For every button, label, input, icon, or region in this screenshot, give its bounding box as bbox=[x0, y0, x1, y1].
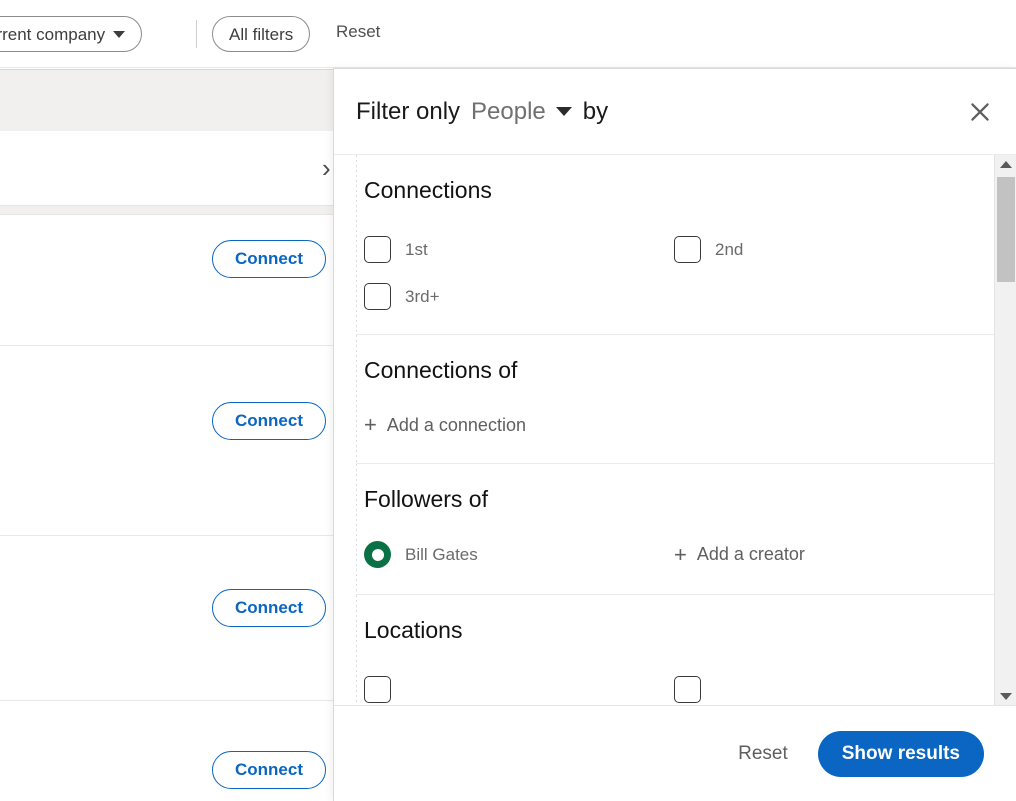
scroll-up-button[interactable] bbox=[995, 155, 1016, 173]
entity-type-dropdown[interactable]: People bbox=[471, 98, 572, 126]
all-filters-button[interactable]: All filters bbox=[212, 16, 311, 52]
connections-options: 1st 2nd 3rd+ bbox=[364, 236, 994, 310]
section-connections: Connections 1st 2nd 3rd+ bbox=[356, 155, 994, 334]
checkbox-icon[interactable] bbox=[674, 676, 701, 703]
filter-toolbar: urrent company All filters Reset bbox=[0, 0, 1016, 68]
section-title-connections: Connections bbox=[364, 177, 492, 203]
modal-header: Filter only People by bbox=[334, 69, 1016, 155]
section-locations: Locations bbox=[356, 595, 994, 703]
chevron-down-icon bbox=[555, 107, 572, 116]
toolbar-reset-button[interactable]: Reset bbox=[336, 22, 380, 42]
connect-button[interactable]: Connect bbox=[212, 589, 326, 627]
checkbox-option-location-2[interactable] bbox=[674, 676, 994, 703]
scrollbar-thumb[interactable] bbox=[997, 177, 1015, 282]
section-rail bbox=[356, 464, 357, 594]
screen: Connect Connect Connect Connect › urrent… bbox=[0, 0, 1016, 801]
add-a-creator-label: Add a creator bbox=[696, 544, 805, 564]
modal-reset-button[interactable]: Reset bbox=[730, 737, 796, 771]
checkbox-label: 3rd+ bbox=[405, 286, 440, 306]
checkbox-icon[interactable] bbox=[364, 676, 391, 703]
section-followers-of: Followers of Bill Gates + Add a creator bbox=[356, 464, 994, 594]
section-title-locations: Locations bbox=[364, 617, 463, 643]
creator-chip-bill-gates[interactable]: Bill Gates bbox=[364, 541, 674, 568]
section-title-followers-of: Followers of bbox=[364, 486, 488, 512]
plus-icon: + bbox=[674, 541, 687, 567]
close-button[interactable] bbox=[958, 90, 1002, 134]
show-results-button[interactable]: Show results bbox=[817, 730, 984, 777]
current-company-filter-button[interactable]: urrent company bbox=[0, 16, 143, 52]
modal-footer: Reset Show results bbox=[334, 705, 1016, 801]
current-company-label: urrent company bbox=[0, 24, 106, 44]
section-rail bbox=[356, 595, 357, 703]
checkbox-option-location-1[interactable] bbox=[364, 676, 674, 703]
filter-sections: Connections 1st 2nd 3rd+ Connections of … bbox=[334, 155, 994, 705]
toolbar-divider bbox=[196, 20, 197, 48]
checkbox-icon[interactable] bbox=[674, 236, 701, 263]
triangle-down-icon bbox=[1000, 692, 1012, 700]
checkbox-icon[interactable] bbox=[364, 283, 391, 310]
checkbox-option-3rd-plus[interactable]: 3rd+ bbox=[364, 283, 674, 310]
section-rail bbox=[356, 155, 357, 334]
connect-button[interactable]: Connect bbox=[212, 751, 326, 789]
section-rail bbox=[356, 335, 357, 463]
modal-title: Filter only People by bbox=[356, 98, 608, 126]
chevron-down-icon bbox=[113, 30, 126, 38]
modal-title-suffix: by bbox=[582, 97, 609, 125]
section-title-connections-of: Connections of bbox=[364, 357, 518, 383]
add-a-creator-button[interactable]: + Add a creator bbox=[674, 541, 994, 567]
followers-options: Bill Gates + Add a creator bbox=[364, 541, 994, 568]
section-connections-of: Connections of + Add a connection bbox=[356, 335, 994, 463]
checkbox-label: 1st bbox=[405, 239, 428, 259]
creator-ring-icon bbox=[364, 541, 391, 568]
checkbox-option-2nd[interactable]: 2nd bbox=[674, 236, 994, 263]
entity-type-label: People bbox=[471, 97, 546, 125]
connect-button[interactable]: Connect bbox=[212, 240, 326, 278]
plus-icon: + bbox=[364, 412, 377, 437]
all-filters-label: All filters bbox=[229, 24, 294, 44]
add-a-connection-label: Add a connection bbox=[386, 414, 526, 435]
modal-scrollbar[interactable] bbox=[994, 155, 1016, 705]
checkbox-option-1st[interactable]: 1st bbox=[364, 236, 674, 263]
checkbox-label: 2nd bbox=[715, 239, 744, 259]
checkbox-icon[interactable] bbox=[364, 236, 391, 263]
locations-options bbox=[364, 676, 994, 703]
connect-button[interactable]: Connect bbox=[212, 402, 326, 440]
scroll-down-button[interactable] bbox=[995, 687, 1016, 705]
next-page-chevron-icon[interactable]: › bbox=[322, 155, 331, 181]
modal-title-prefix: Filter only bbox=[356, 97, 461, 125]
creator-name: Bill Gates bbox=[405, 544, 478, 564]
triangle-up-icon bbox=[1000, 160, 1012, 168]
close-icon bbox=[971, 102, 989, 121]
all-filters-modal: Filter only People by Connections 1st 2n… bbox=[333, 68, 1016, 801]
filter-scroll-area: Connections 1st 2nd 3rd+ Connections of … bbox=[334, 155, 1016, 705]
add-a-connection-button[interactable]: + Add a connection bbox=[364, 414, 526, 436]
